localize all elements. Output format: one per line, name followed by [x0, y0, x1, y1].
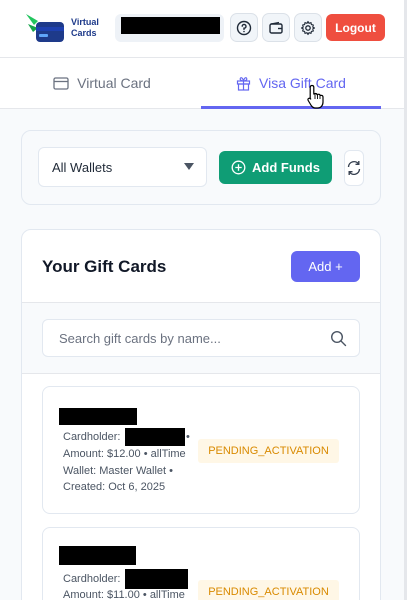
virtual-cards-logo [26, 14, 64, 42]
help-circle-icon [236, 20, 252, 35]
redacted-cardholder-name [125, 428, 185, 446]
wallet-button[interactable] [262, 13, 290, 42]
logout-button[interactable]: Logout [326, 14, 385, 41]
redacted-card-name [59, 546, 136, 565]
brand-line-1: Virtual [71, 17, 99, 27]
cardholder-label: Cardholder: [63, 573, 121, 585]
redacted-card-name [59, 408, 137, 425]
gift-card-search-input[interactable]: Search gift cards by name... [42, 319, 360, 357]
tab-virtual-card-label: Virtual Card [77, 75, 151, 91]
tab-virtual-card[interactable]: Virtual Card [0, 58, 204, 108]
tab-visa-gift-card-label: Visa Gift Card [259, 75, 346, 91]
wallet-line: Wallet: Master Wallet • [63, 465, 173, 477]
cardholder-row: Cardholder: [63, 431, 120, 443]
status-badge: PENDING_ACTIVATION [198, 580, 339, 600]
user-info-pill[interactable] [115, 14, 224, 42]
cardholder-row: Cardholder: [63, 573, 120, 585]
search-icon [330, 330, 347, 347]
amount-line: Amount: $11.00 • allTime [63, 589, 185, 600]
card-type-tabs: Virtual Card Visa Gift Card [0, 58, 407, 109]
chevron-down-icon [184, 163, 194, 170]
refresh-icon [347, 160, 361, 176]
redacted-cardholder-name [125, 569, 188, 589]
search-placeholder: Search gift cards by name... [59, 330, 221, 346]
wallet-select[interactable]: All Wallets [38, 147, 207, 187]
tab-visa-gift-card[interactable]: Visa Gift Card [201, 58, 381, 108]
add-funds-button[interactable]: Add Funds [219, 151, 332, 184]
wallet-icon [269, 21, 283, 34]
gift-cards-title: Your Gift Cards [42, 257, 167, 276]
cardholder-separator: • [186, 431, 190, 443]
refresh-button[interactable] [344, 150, 364, 186]
brand-name: Virtual Cards [71, 17, 99, 39]
settings-button[interactable] [294, 13, 322, 42]
brand-line-2: Cards [71, 28, 97, 38]
wallet-select-value: All Wallets [52, 159, 113, 175]
plus-circle-icon [231, 160, 246, 175]
amount-line: Amount: $12.00 • allTime [63, 448, 186, 460]
top-header: Virtual Cards Logout [0, 0, 407, 58]
created-line: Created: Oct 6, 2025 [63, 481, 166, 493]
redacted-user-name [121, 17, 220, 34]
app-root: Virtual Cards Logout Virtual Card Visa G… [0, 0, 407, 600]
help-button[interactable] [230, 13, 258, 42]
add-funds-label: Add Funds [252, 160, 320, 175]
hand-pointer-cursor-icon [307, 84, 324, 109]
status-badge: PENDING_ACTIVATION [198, 439, 339, 463]
cardholder-label: Cardholder: [63, 431, 121, 443]
gift-icon [236, 76, 251, 91]
add-gift-card-button[interactable]: Add + [291, 251, 360, 282]
credit-card-icon [53, 76, 69, 90]
gear-icon [300, 20, 316, 35]
active-tab-indicator [201, 106, 381, 109]
